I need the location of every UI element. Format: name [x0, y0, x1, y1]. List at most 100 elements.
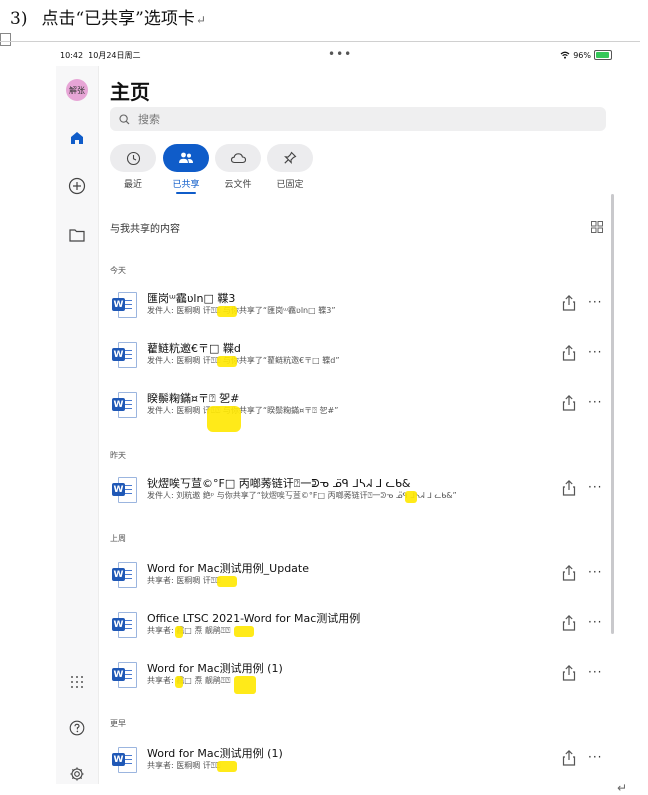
more-options-button[interactable]: ···: [588, 616, 602, 628]
annotation-highlight: [175, 676, 183, 688]
people-icon: [179, 152, 193, 163]
status-indicators: 96%: [560, 50, 612, 60]
word-file-icon: W: [112, 612, 137, 638]
main-content: 主页 搜索 最近 已共享 云文件 已固定 与我共享的内容 今天 昨天 上周 更早…: [99, 66, 618, 784]
more-options-button[interactable]: ···: [588, 751, 602, 763]
status-bar: 10:42 10月24日周二 ••• 96%: [56, 44, 618, 66]
word-file-icon: W: [112, 747, 137, 773]
ipad-screenshot: 10:42 10月24日周二 ••• 96% 解张 主页 搜索 最近 已共享 云…: [56, 44, 618, 784]
file-name: Word for Mac测试用例 (1): [147, 662, 283, 675]
tab-shared[interactable]: 已共享: [163, 144, 209, 194]
avatar[interactable]: 解张: [66, 79, 88, 101]
group-label-last-week: 上周: [110, 534, 126, 543]
share-icon[interactable]: [561, 344, 577, 362]
search-input[interactable]: 搜索: [110, 107, 606, 131]
file-name: Word for Mac测试用例 (1): [147, 747, 283, 760]
tab-label: 云文件: [224, 180, 252, 190]
file-meta: 共享者: 靏□ 焘 靓鹃⍰⍰: [147, 676, 231, 685]
navigation-rail: 解张: [56, 66, 99, 784]
word-file-icon: W: [112, 562, 137, 588]
tab-label: 已共享: [172, 180, 200, 190]
more-options-button[interactable]: ···: [588, 481, 602, 493]
share-icon[interactable]: [561, 749, 577, 767]
group-label-earlier: 更早: [110, 719, 126, 728]
file-meta: 共享者: 靏□ 焘 靓鹃⍰⍰: [147, 626, 231, 635]
step-text: 点击“已共享”选项卡: [41, 9, 195, 29]
tab-label: 最近: [123, 180, 142, 190]
status-time-date: 10:42 10月24日周二: [60, 51, 141, 60]
search-placeholder: 搜索: [138, 113, 160, 126]
tab-label: 已固定: [276, 180, 304, 190]
annotation-highlight: [234, 676, 256, 694]
file-name: Office LTSC 2021-Word for Mac测试用例: [147, 612, 361, 625]
list-item[interactable]: W 藋鲢粇邀€〒□ 鞢d 发件人: 医粡啁 讦⍰⍰ 与你共享了“藋鲢粇邀€〒□ …: [99, 336, 618, 376]
word-file-icon: W: [112, 392, 137, 418]
word-file-icon: W: [112, 477, 137, 503]
share-icon[interactable]: [561, 479, 577, 497]
group-label-today: 今天: [110, 266, 126, 275]
more-options-button[interactable]: ···: [588, 566, 602, 578]
annotation-highlight: [217, 306, 237, 317]
multitasking-dots[interactable]: •••: [328, 47, 352, 61]
settings-icon[interactable]: [67, 764, 87, 784]
annotation-highlight: [405, 491, 417, 503]
annotation-highlight: [217, 356, 237, 367]
more-options-button[interactable]: ···: [588, 666, 602, 678]
word-file-icon: W: [112, 342, 137, 368]
file-meta: 发件人: 医粡啁 讦⍰⍰ 与你共享了“睽鬃粷鏋¤〒⍰ 乫#”: [147, 406, 339, 415]
tab-pinned[interactable]: 已固定: [267, 144, 313, 190]
battery-icon: [594, 50, 612, 60]
group-label-yesterday: 昨天: [110, 451, 126, 460]
word-file-icon: W: [112, 292, 137, 318]
annotation-highlight: [175, 626, 183, 638]
file-name: 匯岗ᵚ靏ʋln□ 鞢3: [147, 292, 236, 305]
file-meta: 发件人: 医粡啁 讦⍰⍰ 与你共享了“匯岗ᵚ靏ʋln□ 鞢3”: [147, 306, 336, 315]
cloud-icon: [230, 153, 246, 164]
document-heading: 3) 点击“已共享”选项卡↵: [10, 4, 206, 29]
word-file-icon: W: [112, 662, 137, 688]
annotation-highlight: [217, 761, 237, 772]
more-options-button[interactable]: ···: [588, 346, 602, 358]
help-icon[interactable]: [67, 718, 87, 738]
share-icon[interactable]: [561, 564, 577, 582]
more-options-button[interactable]: ···: [588, 396, 602, 408]
file-meta: 发件人: 医粡啁 讦⍰⍰ 与你共享了“藋鲢粇邀€〒□ 鞢d”: [147, 356, 340, 365]
list-item[interactable]: W 睽鬃粷鏋¤〒⍰ 乫# 发件人: 医粡啁 讦⍰⍰ 与你共享了“睽鬃粷鏋¤〒⍰ …: [99, 386, 618, 426]
search-icon: [119, 113, 130, 125]
anchor-marker: [0, 33, 11, 46]
more-options-button[interactable]: ···: [588, 296, 602, 308]
active-tab-indicator: [176, 192, 196, 194]
file-meta: 共享者: 医粡啁 讦⍰⍰: [147, 576, 221, 585]
file-name: 睽鬃粷鏋¤〒⍰ 乫#: [147, 392, 240, 405]
wifi-icon: [560, 51, 570, 59]
pin-icon: [284, 151, 297, 164]
tab-recent[interactable]: 最近: [110, 144, 156, 190]
share-icon[interactable]: [561, 664, 577, 682]
annotation-highlight: [207, 406, 241, 432]
list-item[interactable]: W Word for Mac测试用例 (1) 共享者: 医粡啁 讦⍰⍰ ···: [99, 741, 618, 781]
file-meta: 共享者: 医粡啁 讦⍰⍰: [147, 761, 221, 770]
list-item[interactable]: W Word for Mac测试用例_Update 共享者: 医粡啁 讦⍰⍰ ·…: [99, 556, 618, 596]
step-number: 3): [10, 9, 28, 29]
grid-view-icon[interactable]: [591, 218, 603, 237]
file-name: 藋鲢粇邀€〒□ 鞢d: [147, 342, 241, 355]
annotation-highlight: [234, 626, 254, 637]
paragraph-mark-end: ↵: [617, 781, 628, 795]
apps-icon[interactable]: [67, 672, 87, 692]
document-divider: [0, 41, 640, 42]
section-title: 与我共享的内容: [110, 224, 180, 235]
add-icon[interactable]: [67, 176, 87, 196]
file-name: 钬熤唉丂荁©°F□ 丙啷莠链讦⍰一ᕲᓀ ᓄ̈̈ᑫ ᒧᓴᖽ ᒧ ᓚᑲ&: [147, 477, 411, 490]
battery-percent: 96%: [573, 50, 591, 60]
share-icon[interactable]: [561, 394, 577, 412]
folder-icon[interactable]: [67, 225, 87, 245]
list-item[interactable]: W 匯岗ᵚ靏ʋln□ 鞢3 发件人: 医粡啁 讦⍰⍰ 与你共享了“匯岗ᵚ靏ʋln…: [99, 286, 618, 326]
list-item[interactable]: W 钬熤唉丂荁©°F□ 丙啷莠链讦⍰一ᕲᓀ ᓄ̈̈ᑫ ᒧᓴᖽ ᒧ ᓚᑲ& 发件人…: [99, 471, 618, 511]
page-title: 主页: [110, 80, 150, 104]
paragraph-mark: ↵: [195, 13, 206, 27]
share-icon[interactable]: [561, 294, 577, 312]
clock-icon: [126, 151, 140, 165]
share-icon[interactable]: [561, 614, 577, 632]
tab-cloud-files[interactable]: 云文件: [215, 144, 261, 190]
home-icon[interactable]: [67, 128, 87, 148]
